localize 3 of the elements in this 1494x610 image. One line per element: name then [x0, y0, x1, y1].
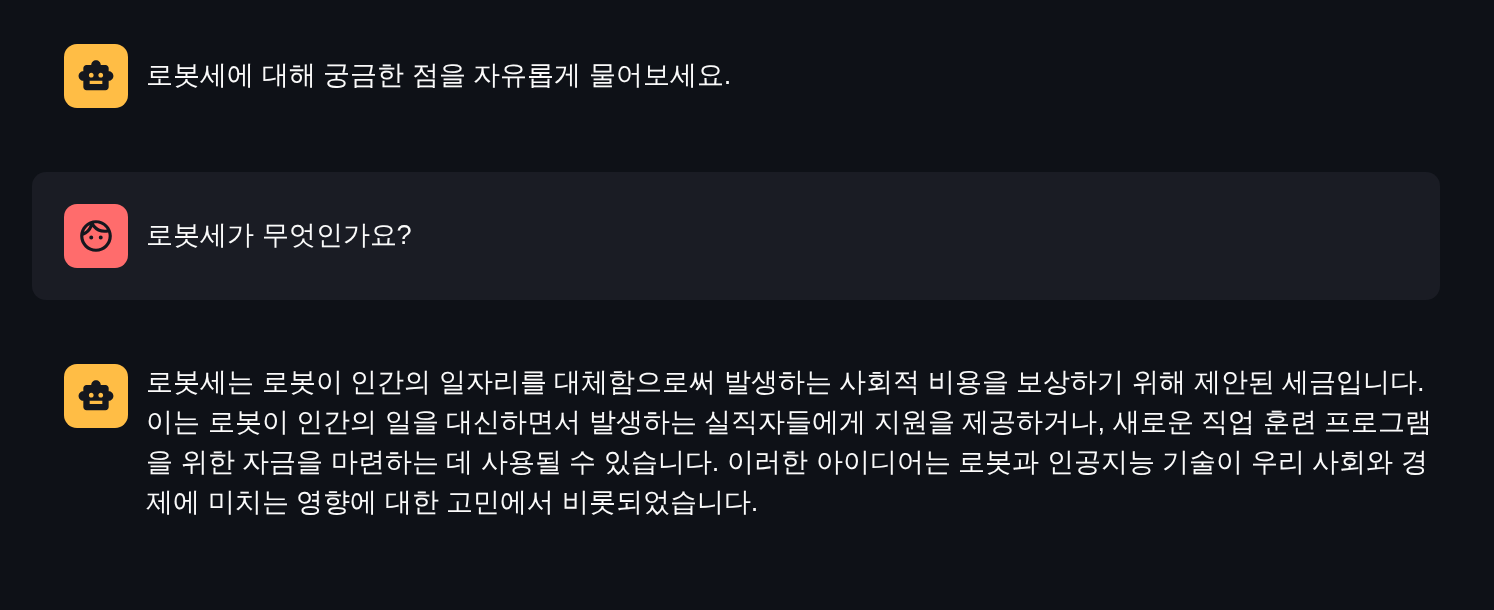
- message-text: 로봇세가 무엇인가요?: [146, 218, 412, 252]
- message-text: 로봇세는 로봇이 인간의 일자리를 대체함으로써 발생하는 사회적 비용을 보상하기 위해 제안된 세금입니다. 이는 로봇이 인간의 일을 대신하면서 발생하는 실직자들에게 지원을 제공하거나, 새로운 직업 훈련 프로그램을 위한 자금을 마련하는 데 사용될 수 있습니다. 이러한 아이디어는 로봇과 인공지능 기술이 우리 사회와 경제에 미치는 영향에 대한 고민에서 비롯되었습니다.: [146, 365, 1434, 519]
- message-text: 로봇세에 대해 궁금한 점을 자유롭게 물어보세요.: [146, 58, 732, 92]
